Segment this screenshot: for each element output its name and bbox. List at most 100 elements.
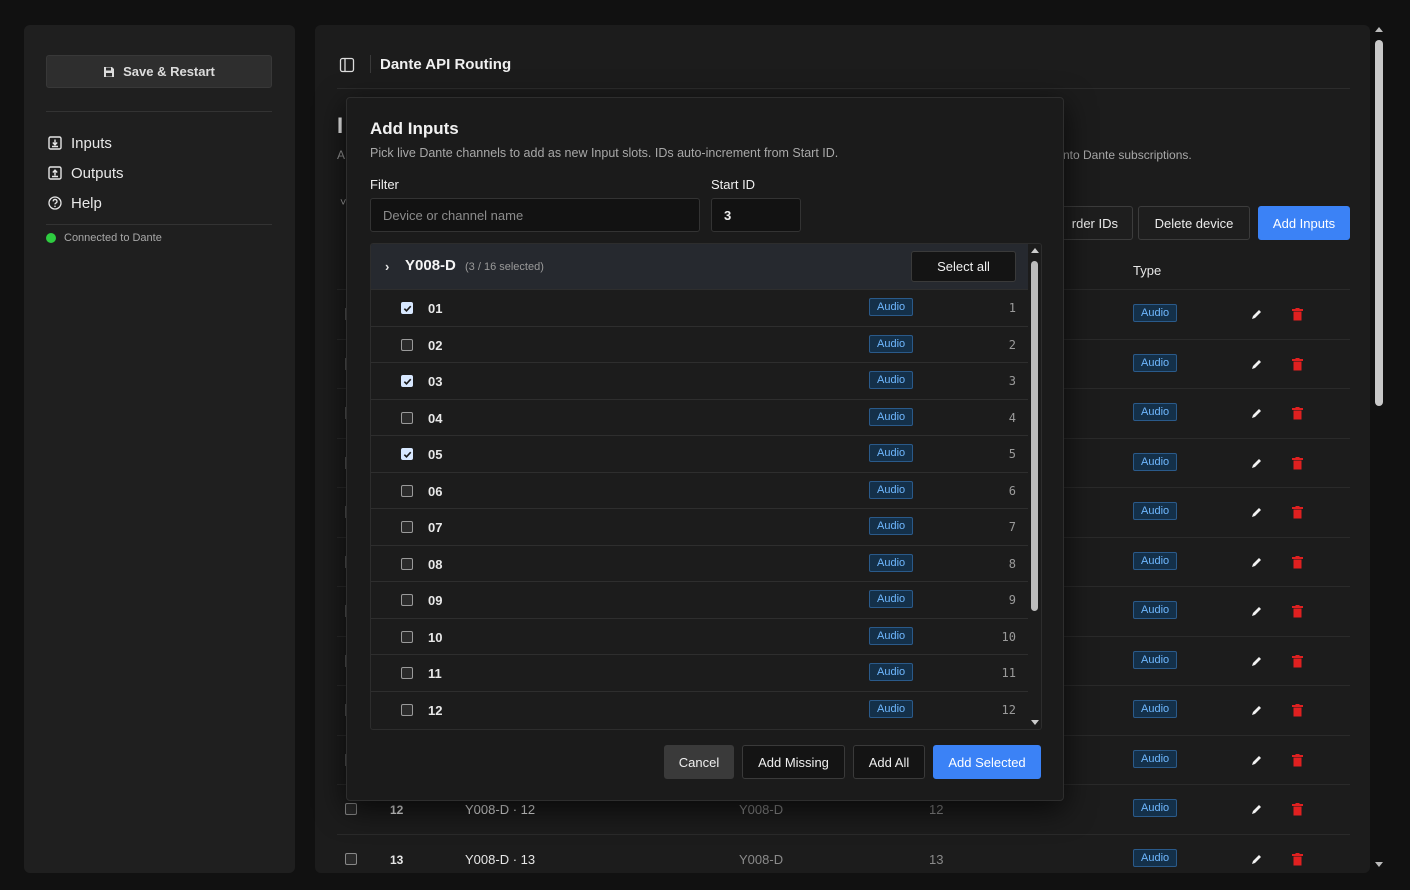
scrollbar-thumb[interactable] bbox=[1031, 261, 1038, 611]
scroll-up-icon[interactable] bbox=[1375, 27, 1383, 32]
channel-row[interactable]: 10 Audio 10 bbox=[371, 617, 1028, 655]
channel-number: 1 bbox=[1008, 301, 1016, 315]
row-device: Y008-D bbox=[739, 802, 784, 817]
sidebar-item-help[interactable]: Help bbox=[48, 188, 124, 218]
row-device: Y008-D bbox=[739, 851, 784, 867]
pencil-icon[interactable] bbox=[1250, 358, 1263, 371]
channel-row[interactable]: 08 Audio 8 bbox=[371, 544, 1028, 582]
row-checkbox[interactable] bbox=[345, 803, 357, 815]
channel-row[interactable]: 03 Audio 3 bbox=[371, 362, 1028, 399]
pencil-icon[interactable] bbox=[1250, 754, 1263, 767]
channel-row[interactable]: 01 Audio 1 bbox=[371, 289, 1028, 326]
scroll-down-icon[interactable] bbox=[1375, 862, 1383, 867]
check-icon bbox=[403, 305, 411, 312]
sidebar-item-outputs[interactable]: Outputs bbox=[48, 158, 124, 188]
scroll-down-icon[interactable] bbox=[1031, 720, 1039, 725]
checkbox[interactable] bbox=[401, 667, 413, 679]
checkbox[interactable] bbox=[401, 594, 413, 606]
save-restart-button[interactable]: Save & Restart bbox=[46, 55, 272, 88]
trash-icon[interactable] bbox=[1292, 704, 1303, 717]
sidebar: Save & Restart Inputs Outputs Help Conne… bbox=[24, 25, 295, 873]
trash-icon[interactable] bbox=[1292, 654, 1303, 668]
delete-device-button[interactable]: Delete device bbox=[1138, 206, 1250, 240]
row-checkbox[interactable] bbox=[345, 852, 357, 865]
page-scrollbar[interactable] bbox=[1372, 25, 1386, 873]
trash-icon[interactable] bbox=[1292, 605, 1303, 618]
trash-icon[interactable] bbox=[1292, 407, 1303, 420]
scrollbar-thumb[interactable] bbox=[1375, 40, 1383, 406]
add-inputs-button[interactable]: Add Inputs bbox=[1258, 206, 1350, 240]
pencil-icon[interactable] bbox=[1250, 655, 1263, 668]
list-scrollbar[interactable] bbox=[1028, 244, 1041, 729]
trash-icon[interactable] bbox=[1292, 506, 1303, 519]
checkbox-checked[interactable] bbox=[401, 375, 413, 387]
trash-icon[interactable] bbox=[1292, 456, 1303, 470]
add-selected-button[interactable]: Add Selected bbox=[933, 745, 1041, 779]
pencil-icon[interactable] bbox=[1250, 506, 1263, 519]
scroll-up-icon[interactable] bbox=[1031, 248, 1039, 253]
trash-icon[interactable] bbox=[1292, 852, 1303, 866]
select-all-button[interactable]: Select all bbox=[911, 251, 1016, 282]
checkbox[interactable] bbox=[401, 630, 413, 643]
checkbox[interactable] bbox=[401, 411, 413, 424]
channel-name: 03 bbox=[428, 374, 443, 389]
checkbox-checked[interactable] bbox=[401, 302, 413, 314]
channel-type-badge: Audio bbox=[869, 699, 914, 718]
add-all-button[interactable]: Add All bbox=[853, 745, 925, 779]
cancel-button[interactable]: Cancel bbox=[664, 745, 734, 779]
channel-row[interactable]: 05 Audio 5 bbox=[371, 435, 1028, 472]
pencil-icon[interactable] bbox=[1250, 704, 1263, 717]
checkbox[interactable] bbox=[401, 338, 413, 351]
checkbox[interactable] bbox=[401, 484, 413, 497]
trash-icon[interactable] bbox=[1292, 308, 1303, 321]
pencil-icon[interactable] bbox=[1250, 853, 1263, 866]
type-column-header: Type bbox=[1133, 263, 1162, 278]
channel-row[interactable]: 07 Audio 7 bbox=[371, 508, 1028, 545]
channel-number: 5 bbox=[1008, 447, 1016, 461]
pencil-icon[interactable] bbox=[1250, 457, 1263, 470]
channel-name: 11 bbox=[428, 666, 442, 681]
trash-icon[interactable] bbox=[1292, 357, 1303, 371]
sidebar-item-inputs[interactable]: Inputs bbox=[48, 128, 124, 158]
dialog-subtitle: Pick live Dante channels to add as new I… bbox=[370, 146, 839, 160]
channel-row[interactable]: 02 Audio 2 bbox=[371, 325, 1028, 363]
trash-icon[interactable] bbox=[1292, 803, 1303, 816]
sidebar-toggle-icon[interactable] bbox=[339, 57, 355, 73]
channel-type-badge: Audio bbox=[869, 334, 914, 353]
section-description: nto Dante subscriptions. bbox=[1063, 148, 1192, 162]
pencil-icon[interactable] bbox=[1250, 803, 1263, 816]
checkbox[interactable] bbox=[401, 703, 413, 716]
export-icon bbox=[48, 166, 62, 180]
channel-row[interactable]: 09 Audio 9 bbox=[371, 581, 1028, 618]
connection-status: Connected to Dante bbox=[46, 232, 162, 244]
channel-row[interactable]: 04 Audio 4 bbox=[371, 398, 1028, 436]
channel-row[interactable]: 11 Audio 11 bbox=[371, 654, 1028, 691]
channel-name: 06 bbox=[428, 483, 443, 499]
type-badge: Audio bbox=[1133, 452, 1178, 471]
device-group-header[interactable]: › Y008-D (3 / 16 selected) Select all bbox=[371, 244, 1028, 289]
checkbox-checked[interactable] bbox=[401, 448, 413, 460]
section-description-prefix: A bbox=[337, 148, 346, 162]
pencil-icon[interactable] bbox=[1250, 308, 1263, 321]
channel-type-badge: Audio bbox=[869, 444, 914, 462]
filter-input[interactable] bbox=[370, 198, 700, 232]
pencil-icon[interactable] bbox=[1250, 556, 1263, 569]
row-channel: 13 bbox=[929, 851, 944, 867]
channel-row[interactable]: 12 Audio 12 bbox=[371, 690, 1028, 728]
pencil-icon[interactable] bbox=[1250, 605, 1263, 618]
trash-icon[interactable] bbox=[1292, 555, 1303, 569]
channel-type-badge: Audio bbox=[869, 480, 914, 499]
table-row[interactable]: 13 Y008-D · 13 Y008-D 13 Audio bbox=[337, 833, 1350, 874]
row-id: 13 bbox=[390, 852, 404, 867]
channel-number: 4 bbox=[1008, 410, 1016, 425]
chevron-right-icon[interactable]: › bbox=[385, 259, 389, 274]
add-missing-button[interactable]: Add Missing bbox=[742, 745, 845, 779]
sidebar-divider bbox=[46, 224, 272, 225]
checkbox[interactable] bbox=[401, 557, 413, 570]
channel-row[interactable]: 06 Audio 6 bbox=[371, 471, 1028, 509]
pencil-icon[interactable] bbox=[1250, 407, 1263, 420]
trash-icon[interactable] bbox=[1292, 753, 1303, 767]
channel-list: › Y008-D (3 / 16 selected) Select all 01… bbox=[370, 243, 1042, 730]
checkbox[interactable] bbox=[401, 521, 413, 533]
start-id-input[interactable] bbox=[711, 198, 801, 232]
